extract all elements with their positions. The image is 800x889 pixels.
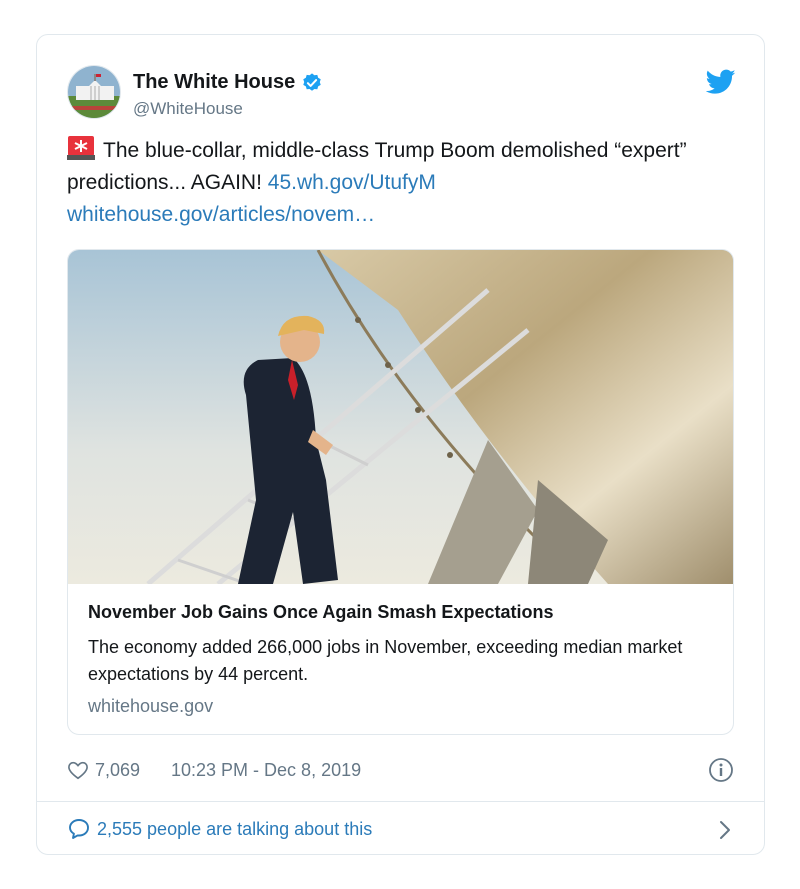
card-domain: whitehouse.gov <box>88 696 214 716</box>
twitter-logo-icon[interactable] <box>706 69 736 95</box>
verified-icon <box>303 72 321 91</box>
avatar[interactable] <box>67 65 121 119</box>
chevron-right-icon <box>720 821 730 839</box>
author-name-label: The White House <box>133 71 296 93</box>
tweet-header: The White House @WhiteHouse <box>67 65 736 121</box>
conversation-link[interactable]: 2,555 people are talking about this <box>67 815 734 845</box>
heart-icon[interactable] <box>67 759 89 781</box>
card-image[interactable] <box>68 250 734 584</box>
divider <box>37 801 764 802</box>
card-title[interactable]: November Job Gains Once Again Smash Expe… <box>88 602 553 623</box>
tweet-link-article[interactable]: whitehouse.gov/articles/novem… <box>67 203 375 226</box>
author-handle[interactable]: @WhiteHouse <box>133 99 243 119</box>
chat-bubble-icon <box>69 819 89 839</box>
card-body: November Job Gains Once Again Smash Expe… <box>88 584 713 734</box>
like-count[interactable]: 7,069 <box>95 760 140 781</box>
author-name[interactable]: The White House <box>133 71 323 94</box>
tweet-card[interactable]: The White House @WhiteHouse The blue-col… <box>36 34 765 855</box>
tweet-link-short[interactable]: 45.wh.gov/UtufyM <box>268 171 436 194</box>
link-preview-card[interactable]: November Job Gains Once Again Smash Expe… <box>67 249 734 735</box>
card-description: The economy added 266,000 jobs in Novemb… <box>88 637 683 684</box>
timestamp[interactable]: 10:23 PM - Dec 8, 2019 <box>171 760 361 781</box>
siren-icon <box>67 136 95 160</box>
tweet-meta: 7,069 10:23 PM - Dec 8, 2019 <box>67 757 734 785</box>
tweet-text: The blue-collar, middle-class Trump Boom… <box>67 135 707 231</box>
info-icon[interactable] <box>708 757 734 783</box>
conversation-text: 2,555 people are talking about this <box>97 819 373 839</box>
